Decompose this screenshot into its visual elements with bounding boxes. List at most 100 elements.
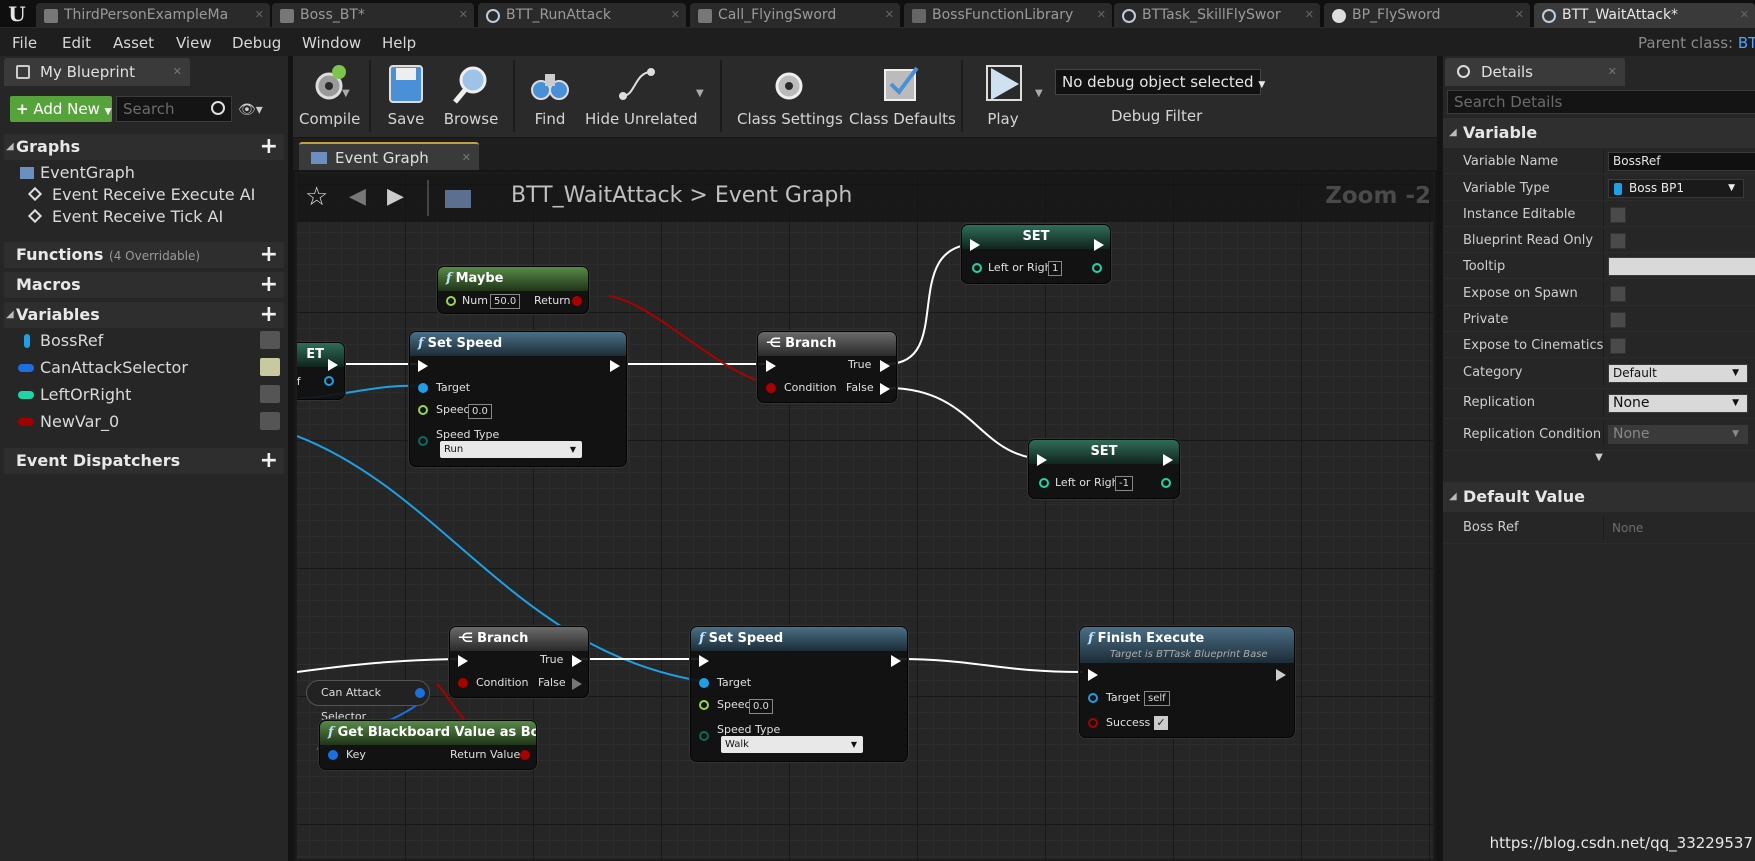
true-exec-out-pin[interactable] [572,655,582,667]
category-combo[interactable]: Default ▼ [1608,364,1748,383]
visibility-eye-icon[interactable] [260,358,280,376]
back-arrow-icon[interactable]: ◀ [349,184,366,209]
num-value-input[interactable]: 50.0 [490,294,521,309]
tab-boss-function-library[interactable]: BossFunctionLibrary ✕ [904,3,1112,28]
close-tab-icon[interactable]: ✕ [173,58,182,86]
exec-out-pin[interactable] [328,359,338,371]
maybe-function-node[interactable]: f Maybe Num 50.0 Return [437,266,589,314]
add-macro-plus-icon[interactable]: + [260,272,278,298]
tooltip-input[interactable] [1608,257,1755,276]
bool-out-pin[interactable] [520,750,530,760]
exec-in-pin[interactable] [970,239,980,251]
set-left-or-right-node[interactable]: SET Left or Right 1 [961,224,1111,284]
close-tab-icon[interactable]: ✕ [462,144,471,172]
enum-in-pin[interactable] [699,731,709,741]
hide-unrelated-chevron-icon[interactable]: ▼ [696,88,704,99]
compile-options-chevron-icon[interactable]: ▼ [342,88,350,99]
menu-view[interactable]: View [176,34,212,52]
favorite-star-icon[interactable]: ☆ [305,182,328,212]
variables-section-header[interactable]: ◢ Variables + [4,302,284,328]
close-tab-icon[interactable]: ✕ [671,3,680,27]
forward-arrow-icon[interactable]: ▶ [387,184,404,209]
float-in-pin[interactable] [446,296,456,306]
compile-button[interactable]: Compile [299,60,360,136]
close-tab-icon[interactable]: ✕ [459,3,468,27]
tab-btt-waitattack[interactable]: BTT_WaitAttack* ✕ [1534,3,1755,28]
breadcrumb-root[interactable]: BTT_WaitAttack [511,183,682,208]
false-exec-out-pin[interactable] [880,383,890,395]
close-tab-icon[interactable]: ✕ [1608,58,1617,86]
exec-out-pin[interactable] [891,655,901,667]
graphs-section-header[interactable]: ◢ Graphs + [4,134,284,160]
float-in-pin[interactable] [418,405,428,415]
key-in-pin[interactable] [328,750,338,760]
event-graph-tab[interactable]: Event Graph ✕ [299,142,479,170]
blueprint-read-only-checkbox[interactable] [1610,233,1626,249]
exec-out-pin[interactable] [1163,454,1173,466]
blueprint-search-input[interactable]: Search [116,96,232,122]
can-attack-selector-getter[interactable]: Can Attack Selector [306,680,430,723]
my-blueprint-tab[interactable]: My Blueprint ✕ [4,58,190,86]
graph-item-execute-ai[interactable]: Event Receive Execute AI [0,184,288,206]
exec-in-pin[interactable] [699,655,709,667]
event-graph-canvas[interactable]: ☆ ◀ ▶ BTT_WaitAttack > Event Graph Zoom … [295,172,1435,861]
target-value-input[interactable]: self [1144,691,1170,706]
partial-set-node[interactable]: ET ef [297,342,345,400]
variable-type-select[interactable]: Boss BP1 ▼ [1608,179,1744,198]
browse-button[interactable]: Browse [441,60,501,136]
panel-splitter[interactable] [288,56,293,861]
bool-in-pin[interactable] [766,383,776,393]
hide-unrelated-button[interactable]: Hide Unrelated [585,60,698,136]
save-button[interactable]: Save [381,60,431,136]
add-variable-plus-icon[interactable]: + [260,302,278,328]
tab-boss-bt[interactable]: Boss_BT* ✕ [272,3,474,28]
close-tab-icon[interactable]: ✕ [255,3,264,27]
object-in-pin[interactable] [699,678,709,688]
view-options-eye-icon[interactable]: 👁▾ [238,102,263,118]
exec-out-pin[interactable] [1276,669,1286,681]
speed-value-input[interactable]: 0.0 [468,404,492,419]
macros-section-header[interactable]: Macros + [4,272,284,298]
exec-in-pin[interactable] [766,360,776,372]
variable-item-newvar0[interactable]: NewVar_0 [0,411,288,433]
private-checkbox[interactable] [1610,312,1626,328]
branch-node[interactable]: ⋲ Branch True Condition False [757,331,897,403]
add-function-plus-icon[interactable]: + [260,242,278,268]
variable-item-canattackselector[interactable]: CanAttackSelector [0,357,288,379]
enum-in-pin[interactable] [418,436,428,446]
replication-select[interactable]: None ▼ [1608,394,1748,413]
speed-type-dropdown[interactable]: Run ▼ [440,441,582,458]
advanced-expand-icon[interactable]: ▼ [1443,452,1755,466]
menu-file[interactable]: File [12,34,37,52]
graph-item-tick-ai[interactable]: Event Receive Tick AI [0,206,288,228]
menu-window[interactable]: Window [302,34,361,52]
menu-edit[interactable]: Edit [62,34,91,52]
variable-item-leftorright[interactable]: LeftOrRight [0,384,288,406]
graph-item-eventgraph[interactable]: EventGraph [0,162,288,184]
exec-out-pin[interactable] [610,360,620,372]
get-blackboard-value-node[interactable]: f Get Blackboard Value as Bool Key Return… [319,720,537,770]
tab-btt-runattack[interactable]: BTT_RunAttack ✕ [478,3,686,28]
true-exec-out-pin[interactable] [880,360,890,372]
class-defaults-button[interactable]: Class Defaults [849,60,956,136]
exec-in-pin[interactable] [1088,669,1098,681]
int-out-pin[interactable] [1092,263,1102,273]
variable-name-input[interactable]: BossRef [1608,152,1755,171]
exec-in-pin[interactable] [458,655,468,667]
left-or-right-value-input[interactable]: 1 [1048,261,1063,276]
menu-asset[interactable]: Asset [113,34,154,52]
add-dispatcher-plus-icon[interactable]: + [260,448,278,474]
add-graph-plus-icon[interactable]: + [260,134,278,160]
close-tab-icon[interactable]: ✕ [1305,3,1314,27]
breadcrumb-leaf[interactable]: Event Graph [715,183,853,208]
tab-call-flyingsword[interactable]: Call_FlyingSword ✕ [690,3,900,28]
play-button[interactable]: Play [973,60,1033,136]
set-speed-node[interactable]: f Set Speed Target Speed 0.0 Speed Type W… [690,626,908,762]
tab-bp-flysword[interactable]: BP_FlySword ✕ [1324,3,1530,28]
bool-out-pin[interactable] [572,296,582,306]
int-in-pin[interactable] [972,263,982,273]
class-settings-button[interactable]: Class Settings [737,60,843,136]
close-tab-icon[interactable]: ✕ [1097,3,1106,27]
tab-bttask-skillflysword[interactable]: BTTask_SkillFlySwor ✕ [1114,3,1320,28]
tab-third-person-map[interactable]: ThirdPersonExampleMa ✕ [36,3,270,28]
